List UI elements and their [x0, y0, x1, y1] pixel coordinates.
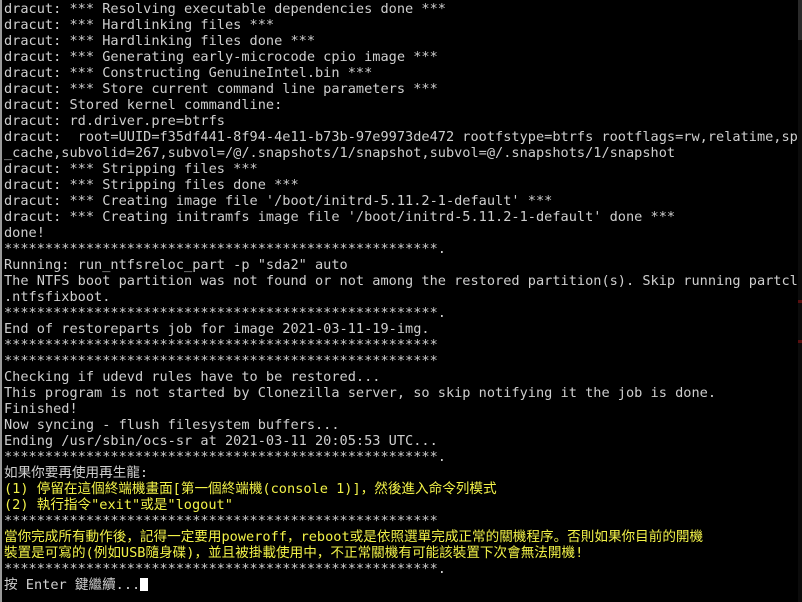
- terminal-line: ****************************************…: [4, 353, 438, 369]
- terminal-line: dracut: *** Stripping files done ***: [4, 177, 299, 193]
- terminal-line: ****************************************…: [4, 337, 438, 353]
- terminal-line: Running: run_ntfsreloc_part -p "sda2" au…: [4, 257, 348, 273]
- terminal-line: _cache,subvolid=267,subvol=/@/.snapshots…: [4, 145, 676, 161]
- terminal-line: The NTFS boot partition was not found or…: [4, 273, 802, 289]
- scrollbar-thumb[interactable]: [798, 0, 802, 40]
- terminal-line: (1) 停留在這個終端機畫面[第一個終端機(console 1)]，然後進入命令…: [4, 481, 497, 497]
- terminal-scrollbar[interactable]: [798, 0, 802, 602]
- terminal-line: dracut: Stored kernel commandline:: [4, 97, 283, 113]
- terminal-line: dracut: *** Store current command line p…: [4, 81, 438, 97]
- terminal-line: Now syncing - flush filesystem buffers..…: [4, 417, 340, 433]
- terminal-line: 裝置是可寫的(例如USB隨身碟)，並且被掛載使用中，不正常關機有可能該裝置下次會…: [4, 545, 584, 561]
- terminal-line: 如果你要再使用再生龍:: [4, 465, 149, 481]
- terminal-line: dracut: *** Hardlinking files ***: [4, 17, 275, 33]
- terminal-line: ****************************************…: [4, 561, 446, 577]
- terminal-line: dracut: *** Creating initramfs image fil…: [4, 209, 676, 225]
- terminal-line: Checking if udevd rules have to be resto…: [4, 369, 381, 385]
- terminal-line: done!: [4, 225, 45, 241]
- terminal-line: 按 Enter 鍵繼續...: [4, 577, 802, 593]
- terminal-line: dracut: root=UUID=f35df441-8f94-4e11-b73…: [4, 129, 802, 145]
- terminal-line: ****************************************…: [4, 241, 446, 257]
- terminal-output: dracut: *** Resolving executable depende…: [2, 0, 802, 593]
- text-cursor: [140, 578, 149, 591]
- terminal-line: .ntfsfixboot.: [4, 289, 111, 305]
- terminal-line: Ending /usr/sbin/ocs-sr at 2021-03-11 20…: [4, 433, 438, 449]
- terminal-line: dracut: rd.driver.pre=btrfs: [4, 113, 225, 129]
- terminal-window[interactable]: dracut: *** Resolving executable depende…: [0, 0, 802, 602]
- terminal-line: dracut: *** Creating image file '/boot/i…: [4, 193, 553, 209]
- scrollbar-mark: [798, 340, 802, 343]
- scrollbar-mark: [798, 300, 802, 303]
- terminal-line: dracut: *** Resolving executable depende…: [4, 1, 446, 17]
- terminal-line: This program is not started by Clonezill…: [4, 385, 717, 401]
- terminal-line: dracut: *** Hardlinking files done ***: [4, 33, 315, 49]
- terminal-line: dracut: *** Constructing GenuineIntel.bi…: [4, 65, 373, 81]
- terminal-line: dracut: *** Stripping files ***: [4, 161, 258, 177]
- terminal-line: End of restoreparts job for image 2021-0…: [4, 321, 430, 337]
- terminal-line: ****************************************…: [4, 305, 446, 321]
- terminal-line: ****************************************…: [4, 449, 446, 465]
- terminal-line: (2) 執行指令"exit"或是"logout": [4, 497, 233, 513]
- terminal-line: 當你完成所有動作後，記得一定要用poweroff，reboot或是依照選單完成正…: [4, 529, 704, 545]
- terminal-line: Finished!: [4, 401, 78, 417]
- terminal-line: dracut: *** Generating early-microcode c…: [4, 49, 438, 65]
- terminal-line: ****************************************…: [4, 513, 438, 529]
